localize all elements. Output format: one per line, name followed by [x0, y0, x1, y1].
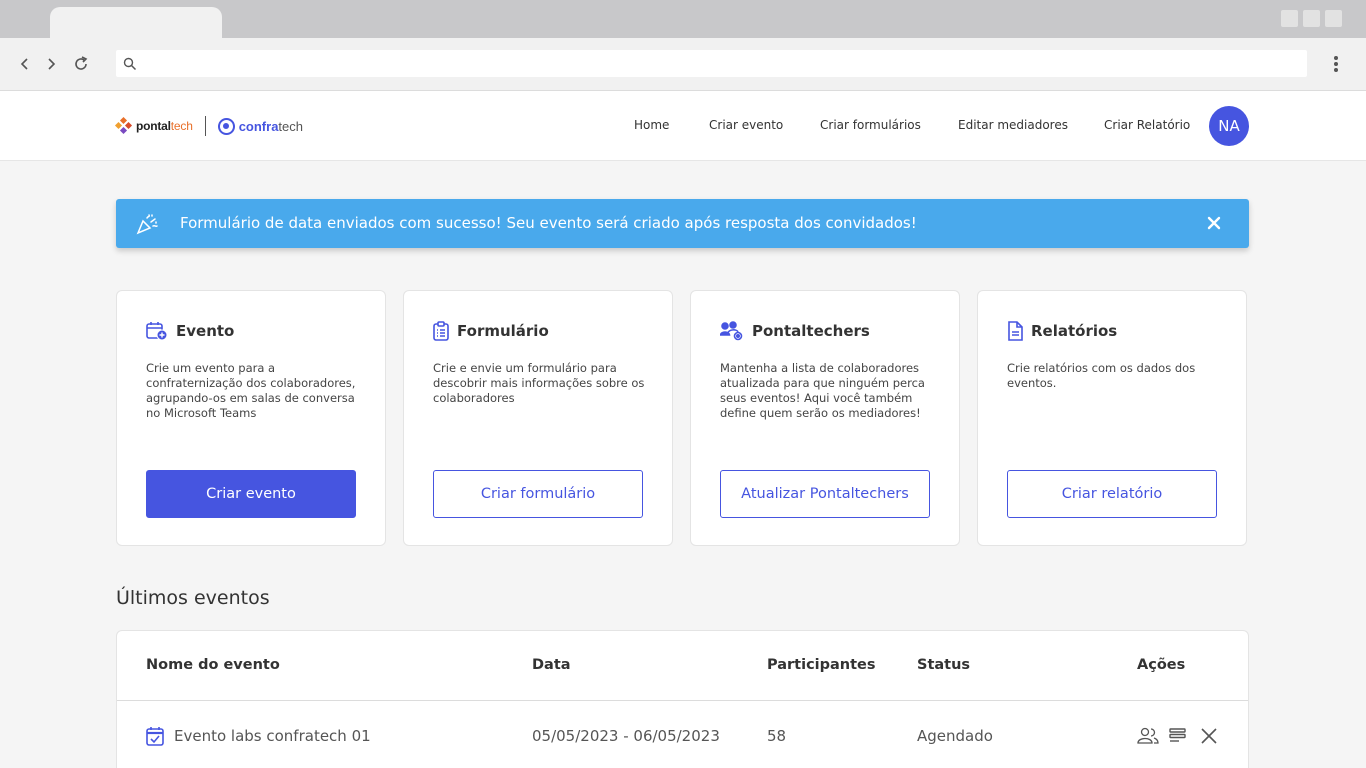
nav-criar-evento[interactable]: Criar evento — [709, 118, 783, 132]
reload-icon[interactable] — [72, 55, 90, 73]
event-participants: 58 — [767, 727, 787, 745]
card-title: Pontaltechers — [752, 322, 870, 340]
document-icon — [1008, 321, 1023, 341]
minimize-button[interactable] — [1281, 10, 1298, 27]
card-formulario: Formulário Crie e envie um formulário pa… — [403, 290, 673, 546]
participants-icon[interactable] — [1137, 726, 1159, 746]
alert-message: Formulário de data enviados com sucesso!… — [180, 214, 917, 232]
calendar-check-icon — [146, 726, 164, 750]
confratech-logo-icon — [217, 117, 235, 135]
close-icon[interactable] — [1205, 214, 1223, 232]
maximize-button[interactable] — [1303, 10, 1320, 27]
card-evento: Evento Crie um evento para a confraterni… — [116, 290, 386, 546]
section-title: Últimos eventos — [116, 587, 270, 609]
cancel-event-icon[interactable] — [1198, 726, 1220, 746]
window-close-button[interactable] — [1325, 10, 1342, 27]
back-icon[interactable] — [16, 55, 34, 73]
details-icon[interactable] — [1167, 726, 1189, 746]
logo-divider — [204, 116, 206, 136]
table-divider — [117, 700, 1248, 701]
browser-toolbar — [0, 38, 1366, 91]
criar-evento-button[interactable]: Criar evento — [146, 470, 356, 518]
card-description: Crie um evento para a confraternização d… — [146, 361, 356, 420]
event-date: 05/05/2023 - 06/05/2023 — [532, 727, 720, 745]
column-header-name: Nome do evento — [146, 657, 280, 673]
search-icon — [123, 56, 137, 75]
card-description: Mantenha a lista de colaboradores atuali… — [720, 361, 925, 420]
nav-criar-formularios[interactable]: Criar formulários — [820, 118, 921, 132]
nav-home[interactable]: Home — [634, 118, 669, 132]
column-header-participants: Participantes — [767, 657, 876, 673]
success-alert: Formulário de data enviados com sucesso!… — [116, 199, 1249, 248]
card-pontaltechers: Pontaltechers Mantenha a lista de colabo… — [690, 290, 960, 546]
nav-criar-relatorio[interactable]: Criar Relatório — [1104, 118, 1190, 132]
card-description: Crie relatórios com os dados dos eventos… — [1007, 361, 1196, 390]
column-header-status: Status — [917, 657, 971, 673]
events-table: Nome do evento Data Participantes Status… — [116, 630, 1249, 768]
card-title: Relatórios — [1031, 322, 1118, 340]
event-status: Agendado — [917, 727, 993, 745]
atualizar-pontaltechers-button[interactable]: Atualizar Pontaltechers — [720, 470, 930, 518]
browser-titlebar — [0, 0, 1366, 38]
logo[interactable]: pontaltech confratech — [114, 115, 303, 137]
card-title: Formulário — [457, 322, 549, 340]
calendar-add-icon — [146, 322, 168, 341]
nav-editar-mediadores[interactable]: Editar mediadores — [958, 118, 1068, 132]
party-popper-icon — [136, 213, 158, 239]
confratech-logo-text: confratech — [238, 118, 303, 134]
event-name[interactable]: Evento labs confratech 01 — [174, 727, 371, 745]
address-bar[interactable] — [116, 50, 1307, 77]
browser-menu-icon[interactable] — [1327, 54, 1345, 74]
criar-formulario-button[interactable]: Criar formulário — [433, 470, 643, 518]
avatar[interactable]: NA — [1209, 106, 1249, 146]
pontaltech-logo-icon — [114, 116, 133, 135]
criar-relatorio-button[interactable]: Criar relatório — [1007, 470, 1217, 518]
site-header: pontaltech confratech Home Criar evento … — [0, 91, 1366, 161]
card-description: Crie e envie um formulário para descobri… — [433, 361, 645, 405]
card-relatorios: Relatórios Crie relatórios com os dados … — [977, 290, 1247, 546]
browser-tab[interactable] — [50, 7, 222, 38]
pontaltech-logo-text: pontaltech — [136, 119, 193, 133]
column-header-actions: Ações — [1137, 657, 1186, 673]
users-gear-icon — [720, 321, 743, 341]
forward-icon[interactable] — [42, 55, 60, 73]
clipboard-icon — [433, 321, 449, 341]
card-title: Evento — [176, 322, 235, 340]
column-header-date: Data — [532, 657, 571, 673]
